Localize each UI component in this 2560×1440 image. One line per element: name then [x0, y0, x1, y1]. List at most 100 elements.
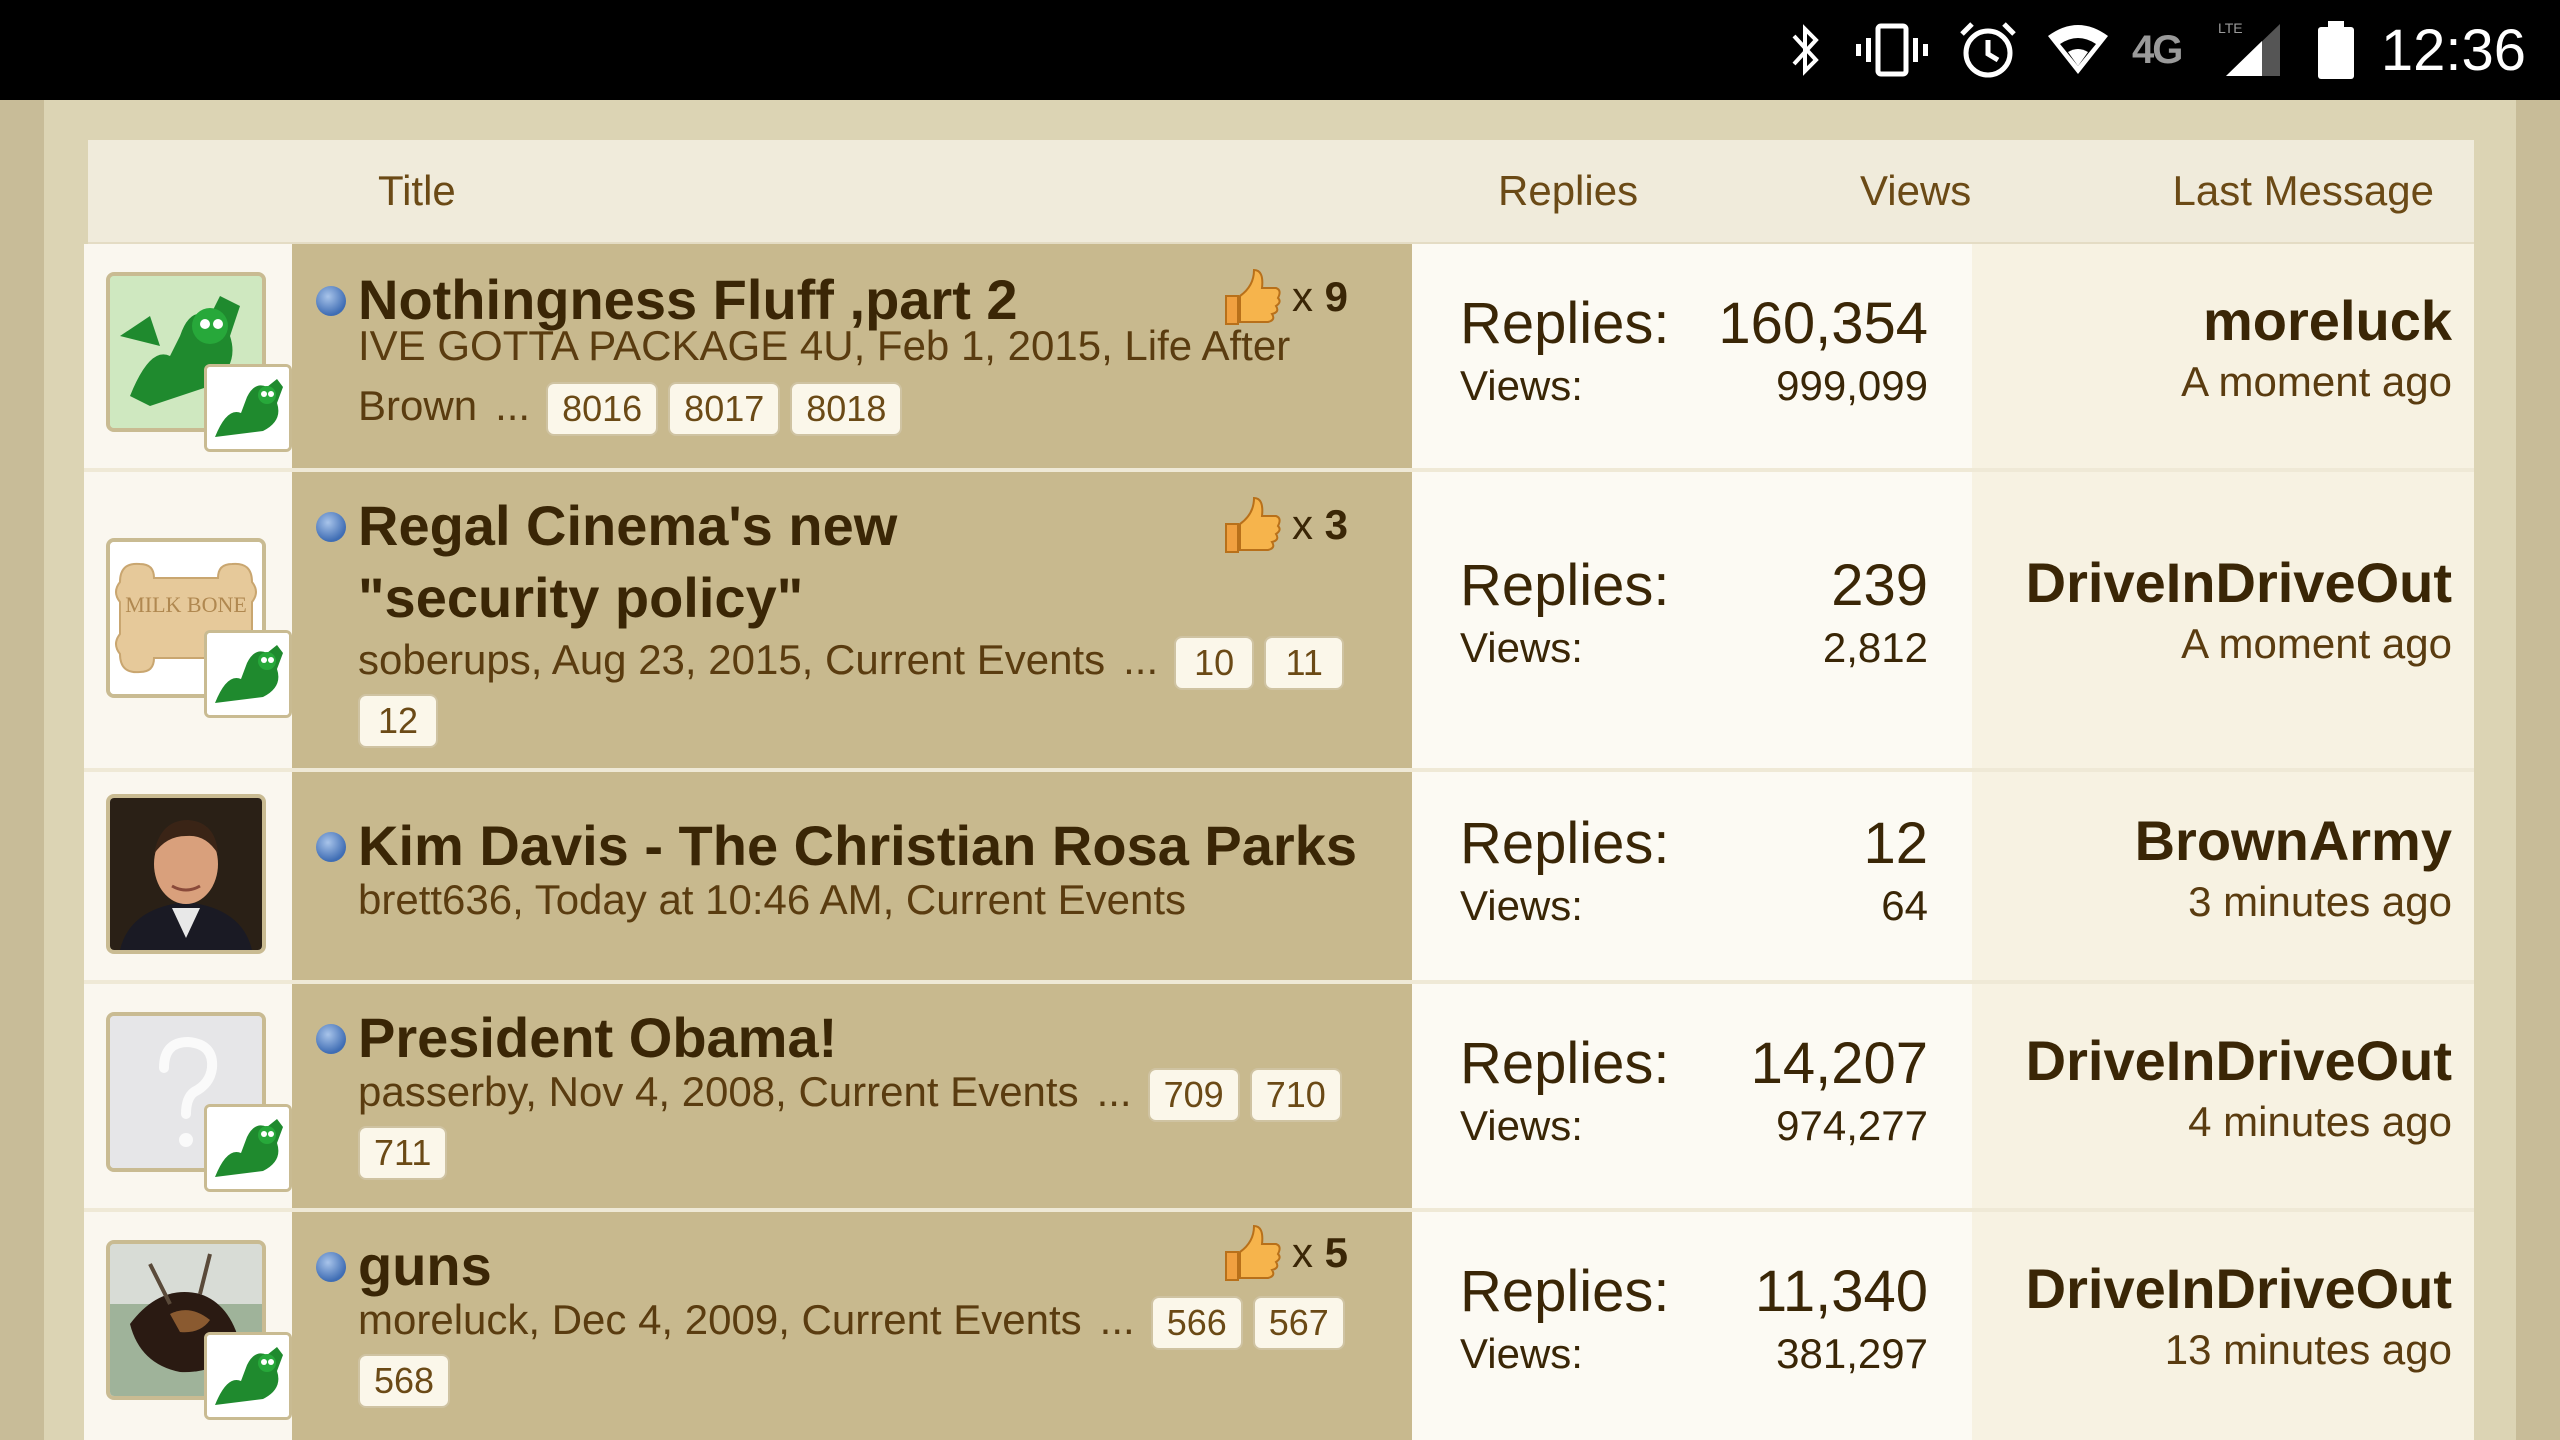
replies-count: 160,354 [1718, 291, 1928, 356]
header-title[interactable]: Title [378, 140, 456, 242]
last-message-cell: DriveInDriveOut 13 minutes ago [1972, 1212, 2474, 1440]
views-label: Views: [1460, 362, 1583, 409]
gumby-mini-avatar[interactable] [204, 1104, 292, 1192]
thread-meta-line[interactable]: brett636, Today at 10:46 AM, Current Eve… [358, 872, 1398, 928]
alarm-icon [1956, 0, 2020, 100]
last-message-cell: DriveInDriveOut A moment ago [1972, 472, 2474, 772]
thread-meta: soberups, Aug 23, 2015, Current Events..… [358, 632, 1398, 748]
page-link[interactable]: 11 [1264, 635, 1345, 690]
page-link[interactable]: 8018 [790, 381, 903, 436]
network-label: 4G [2132, 27, 2183, 72]
pages-ellipsis: ... [495, 382, 531, 429]
thread-meta-line[interactable]: IVE GOTTA PACKAGE 4U, Feb 1, 2015, Life … [358, 318, 1398, 374]
thread-stats-cell: Replies: 11,340 Views: 381,297 [1412, 1212, 1972, 1440]
page-link[interactable]: 567 [1252, 1295, 1345, 1350]
header-last-message[interactable]: Last Message [2173, 140, 2434, 242]
thread-title[interactable]: Regal Cinema's new "security policy" [358, 490, 1118, 634]
pages-ellipsis: ... [1096, 1068, 1132, 1115]
last-message-time[interactable]: A moment ago [2181, 358, 2452, 406]
thread-meta-line: passerby, Nov 4, 2008, Current Events...… [358, 1064, 1398, 1122]
thread-row[interactable]: MILK BONE Regal Cinema's new "security p… [84, 472, 2474, 772]
thread-meta-line2: 12 [358, 690, 1398, 748]
gumby-mini-avatar[interactable] [204, 364, 292, 452]
thread-stats-cell: Replies: 14,207 Views: 974,277 [1412, 984, 1972, 1212]
unread-bullet-icon [316, 512, 346, 542]
replies-label: Replies: [1460, 1031, 1670, 1096]
last-message-user[interactable]: DriveInDriveOut [2026, 550, 2452, 615]
page-link[interactable]: 566 [1150, 1295, 1243, 1350]
thread-row[interactable]: President Obama! passerby, Nov 4, 2008, … [84, 984, 2474, 1212]
gumby-mini-avatar[interactable] [204, 1332, 292, 1420]
last-message-user[interactable]: DriveInDriveOut [2026, 1256, 2452, 1321]
avatar-cell: MILK BONE [84, 472, 292, 772]
thread-stats-cell: Replies: 239 Views: 2,812 [1412, 472, 1972, 772]
page-link[interactable]: 12 [358, 693, 438, 748]
thumbs-up-icon [1225, 1224, 1281, 1281]
replies-count: 239 [1831, 553, 1928, 618]
replies-count: 14,207 [1750, 1031, 1928, 1096]
last-message-cell: BrownArmy 3 minutes ago [1972, 772, 2474, 984]
last-message-time[interactable]: A moment ago [2181, 620, 2452, 668]
header-views[interactable]: Views [1860, 140, 1971, 242]
views-label: Views: [1460, 882, 1583, 929]
thread-meta-text[interactable]: moreluck, Dec 4, 2009, Current Events [358, 1296, 1082, 1343]
thread-title-line[interactable]: "security policy" [358, 562, 1118, 634]
last-message-cell: moreluck A moment ago [1972, 244, 2474, 472]
signal-icon [2222, 0, 2284, 100]
replies-label: Replies: [1460, 291, 1670, 356]
last-message-cell: DriveInDriveOut 4 minutes ago [1972, 984, 2474, 1212]
views-count: 974,277 [1776, 1102, 1928, 1149]
last-message-user[interactable]: moreluck [2203, 288, 2452, 353]
page-link[interactable]: 568 [358, 1353, 451, 1408]
thread-forum-name[interactable]: Brown [358, 382, 477, 429]
wifi-icon [2046, 0, 2110, 100]
thread-stats-cell: Replies: 12 Views: 64 [1412, 772, 1972, 984]
pages-ellipsis: ... [1099, 1296, 1135, 1343]
thread-main-cell: guns x 5 moreluck, Dec 4, 2009, Current … [292, 1212, 1474, 1440]
page-link[interactable]: 711 [358, 1125, 448, 1180]
unread-bullet-icon [316, 1024, 346, 1054]
page-link[interactable]: 8017 [668, 381, 781, 436]
thread-title-line[interactable]: Regal Cinema's new [358, 490, 1118, 562]
thread-main-cell: President Obama! passerby, Nov 4, 2008, … [292, 984, 1474, 1212]
like-indicator: x 5 [1220, 1222, 1348, 1284]
views-count: 999,099 [1776, 362, 1928, 409]
thread-meta: moreluck, Dec 4, 2009, Current Events...… [358, 1292, 1398, 1408]
avatar-cell [84, 984, 292, 1212]
unread-bullet-icon [316, 832, 346, 862]
thread-meta-line: soberups, Aug 23, 2015, Current Events..… [358, 632, 1398, 690]
like-indicator: x 3 [1220, 494, 1348, 556]
thumbs-up-icon [1225, 496, 1281, 553]
last-message-time[interactable]: 13 minutes ago [2165, 1326, 2452, 1374]
thread-meta-text[interactable]: passerby, Nov 4, 2008, Current Events [358, 1068, 1079, 1115]
pages-ellipsis: ... [1123, 636, 1159, 683]
views-count: 2,812 [1822, 624, 1928, 671]
portrait-avatar[interactable] [106, 794, 266, 954]
thread-meta-line2: 711 [358, 1122, 1398, 1180]
thread-meta-line2: Brown... 8016 8017 8018 [358, 378, 1398, 436]
gumby-mini-avatar[interactable] [204, 630, 292, 718]
last-message-time[interactable]: 3 minutes ago [2188, 878, 2452, 926]
last-message-user[interactable]: DriveInDriveOut [2026, 1028, 2452, 1093]
page-link[interactable]: 8016 [546, 381, 659, 436]
last-message-user[interactable]: BrownArmy [2135, 808, 2452, 873]
last-message-time[interactable]: 4 minutes ago [2188, 1098, 2452, 1146]
views-label: Views: [1460, 624, 1583, 671]
network-type: 4G LTE [2132, 0, 2243, 100]
views-label: Views: [1460, 1330, 1583, 1377]
thread-row[interactable]: Kim Davis - The Christian Rosa Parks bre… [84, 772, 2474, 984]
thread-meta: passerby, Nov 4, 2008, Current Events...… [358, 1064, 1398, 1180]
replies-label: Replies: [1460, 553, 1670, 618]
header-replies[interactable]: Replies [1498, 140, 1638, 242]
thread-row[interactable]: Nothingness Fluff ,part 2 x 9 IVE GOTTA … [84, 244, 2474, 472]
replies-count: 12 [1863, 811, 1928, 876]
thread-stats-cell: Replies: 160,354 Views: 999,099 [1412, 244, 1972, 472]
thread-main-cell: Nothingness Fluff ,part 2 x 9 IVE GOTTA … [292, 244, 1474, 472]
thread-row[interactable]: guns x 5 moreluck, Dec 4, 2009, Current … [84, 1212, 2474, 1440]
battery-icon [2316, 0, 2356, 100]
page-link[interactable]: 709 [1147, 1067, 1240, 1122]
page-link[interactable]: 10 [1174, 635, 1255, 690]
bluetooth-icon [1786, 0, 1826, 100]
thread-meta-text[interactable]: soberups, Aug 23, 2015, Current Events [358, 636, 1105, 683]
page-link[interactable]: 710 [1249, 1067, 1342, 1122]
